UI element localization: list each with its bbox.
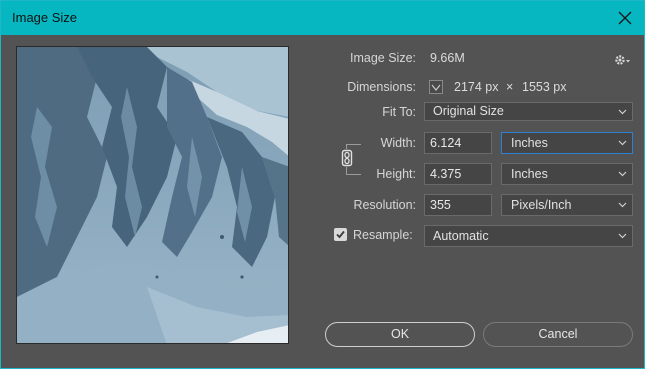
checkmark-icon <box>431 84 441 91</box>
dimensions-width-value: 2174 px <box>454 80 499 94</box>
dimensions-units-toggle[interactable] <box>429 80 443 94</box>
window-title: Image Size <box>12 10 78 25</box>
resample-value: Automatic <box>433 229 489 243</box>
resolution-unit-select[interactable]: Pixels/Inch <box>501 194 633 216</box>
ok-button[interactable]: OK <box>325 322 475 347</box>
height-input[interactable]: 4.375 <box>424 163 492 185</box>
height-unit-select[interactable]: Inches <box>501 163 633 185</box>
width-input[interactable]: 6.124 <box>424 132 492 154</box>
chevron-down-icon <box>618 109 627 115</box>
resample-label: Resample: <box>353 228 413 242</box>
resample-select[interactable]: Automatic <box>424 225 633 247</box>
dimensions-label: Dimensions: <box>347 80 416 94</box>
dimensions-height-value: 1553 px <box>522 80 567 94</box>
resample-checkbox[interactable] <box>334 228 347 241</box>
width-unit-value: Inches <box>511 136 548 150</box>
resolution-value: 355 <box>430 198 451 212</box>
fit-to-value: Original Size <box>433 104 504 118</box>
resolution-input[interactable]: 355 <box>424 194 492 216</box>
image-preview[interactable] <box>16 46 289 344</box>
title-bar[interactable]: Image Size <box>1 1 644 35</box>
width-unit-select[interactable]: Inches <box>501 132 633 154</box>
fit-to-select[interactable]: Original Size <box>424 102 633 121</box>
image-size-value: 9.66M <box>430 51 465 65</box>
cancel-button[interactable]: Cancel <box>483 322 633 347</box>
dimensions-times: × <box>506 80 514 94</box>
chain-link-icon[interactable] <box>340 149 354 167</box>
image-size-label: Image Size: <box>349 51 416 65</box>
chevron-down-icon <box>618 140 627 146</box>
resolution-unit-value: Pixels/Inch <box>511 198 572 212</box>
chevron-down-icon <box>618 233 627 239</box>
close-icon[interactable] <box>616 9 634 27</box>
height-unit-value: Inches <box>511 167 548 181</box>
width-label: Width: <box>380 136 416 150</box>
width-value: 6.124 <box>430 136 462 150</box>
chevron-down-icon <box>618 202 627 208</box>
checkmark-icon <box>336 230 345 239</box>
height-value: 4.375 <box>430 167 462 181</box>
chevron-down-icon <box>618 171 627 177</box>
fit-to-label: Fit To: <box>382 105 416 119</box>
height-label: Height: <box>376 167 416 181</box>
gear-icon[interactable] <box>614 53 632 67</box>
image-size-dialog: Image Size Image Size: 9.66M Dimensions:… <box>0 0 645 369</box>
preview-mountain-image <box>17 47 288 343</box>
resolution-label: Resolution: <box>353 198 416 212</box>
